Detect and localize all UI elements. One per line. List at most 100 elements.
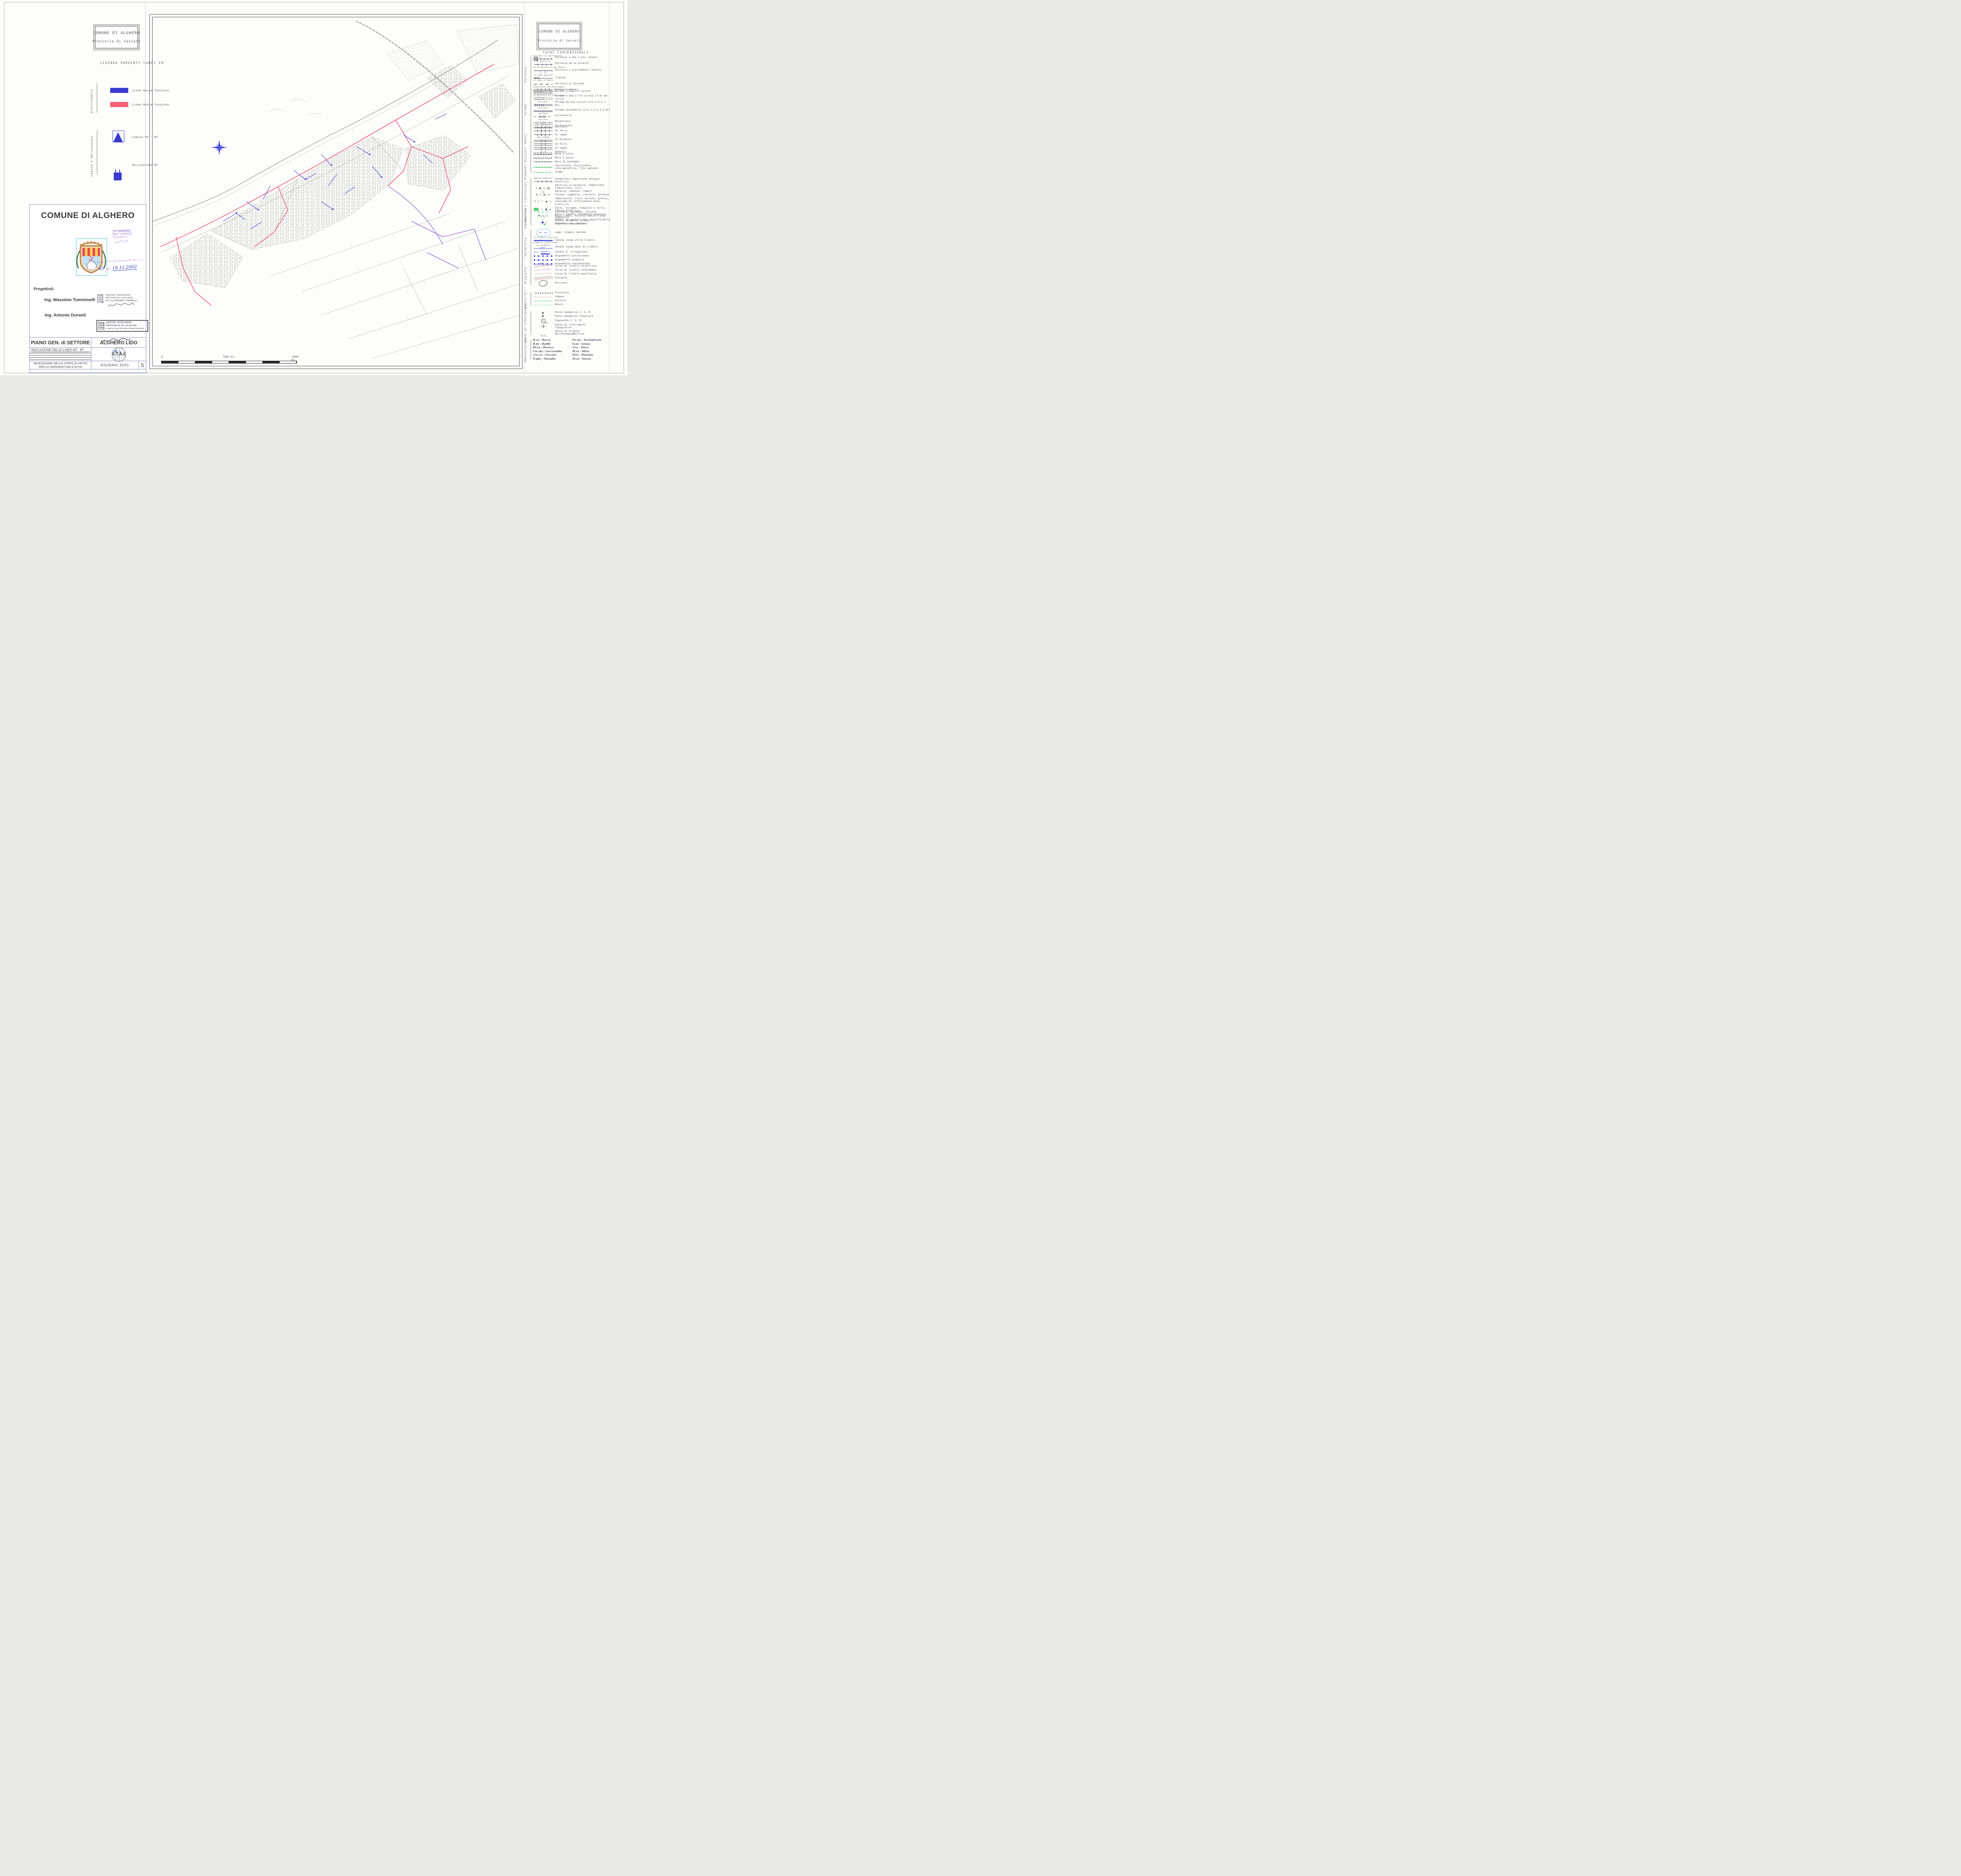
legend-section-vegetazione: Vegetazioneψ ♀ ♁Frutteto, agrumeto, oliv… — [526, 210, 610, 226]
rail1-symbol-icon — [534, 63, 553, 66]
abbreviation-entry: Cuc.ru - Cuccuru — [533, 354, 571, 356]
legend-symbol — [533, 251, 553, 254]
legend-symbol — [533, 165, 553, 169]
legend-section-elementi-divisori: Elementi divisoriMuro a calceMuro a secc… — [526, 152, 610, 174]
legend-rows: ψ ♀ ♁Frutteto, agrumeto, oliveto♀ |Bosco… — [533, 210, 610, 226]
abbreviation-entry: B.de - Badde — [533, 343, 571, 345]
curva-dir-symbol-icon: 50 — [534, 265, 553, 268]
abbreviation-entry: N.ghe - Nuraghe — [533, 358, 571, 360]
state-of-fact: INDICAZIONE DELLO STATO DI FATTO PER LE … — [30, 361, 91, 369]
legend-row: RIFPunto di riferimento Topografico — [533, 323, 610, 329]
section-bracket — [531, 339, 532, 360]
em-bracket — [97, 82, 98, 114]
legend-section-abbreviazioni: Abbreviazioni B.cu - BaccuFu.xiu - Furri… — [526, 339, 610, 360]
section-bracket — [531, 291, 532, 306]
road1-symbol-icon — [534, 104, 553, 107]
progettisti-label: Progettisti: — [34, 287, 55, 291]
legend-row: ♁ † ⊠ ×Chiesa, cappella, cimitero, minie… — [533, 193, 610, 197]
legend-label: Provincia — [555, 291, 569, 294]
legend-row: per stradeIn muratura — [533, 137, 610, 143]
fence-symbol-icon — [534, 165, 553, 169]
symbol-sublabel: in sede stradale — [533, 80, 553, 82]
derivazione-bt-icon — [114, 173, 122, 180]
legend-symbol: ψ ♀ ♁ — [533, 211, 553, 214]
conduttura-symbol-icon — [534, 180, 553, 183]
legend-row: Curva di livello intermedia — [533, 268, 610, 272]
legend-symbol — [533, 254, 553, 258]
legend-symbol: in galleria — [533, 61, 553, 66]
plan-type: PIANO GEN. di SETTORE — [30, 338, 91, 347]
city-map — [153, 17, 519, 366]
legend-rows: stazioni in costruzioneFerrovia a due o … — [533, 55, 610, 94]
legend-label: Bosco ceduo, macchia mediterranea — [555, 215, 606, 218]
legend-row: Acquedotto sotterraneo — [533, 254, 610, 258]
legend-row: Coltura — [533, 299, 610, 303]
lim-col-symbol-icon — [534, 299, 553, 302]
legend-symbol — [533, 160, 553, 164]
legend-symbol — [533, 258, 553, 262]
legend-symbol: doppia semplice — [533, 178, 553, 183]
glyph-symbol-icon: • — [534, 218, 553, 222]
legend-label: Caposaldo I. G. M. — [555, 319, 582, 322]
glyph-symbol-icon: ♁ † ⊠ × — [534, 193, 553, 197]
delibera-number: 45 — [98, 266, 104, 271]
legend-label: Strada a due o tre corsie (7 mt ed oltre… — [555, 95, 610, 100]
em-group-elettrodotti: Elettrodotti — [90, 83, 93, 113]
left-header-box: COMUNE DI ALGHERO Provincia di Sassari — [93, 24, 140, 50]
legend-row: con muriStrada secondaria (tra 2,5 e 3,5… — [533, 107, 610, 113]
legend-symbol — [533, 153, 553, 156]
legend-label: Frutteto, agrumeto, oliveto — [555, 211, 597, 214]
dirigente-stamp: IL DIRIGENTE Dott. Architett. ELISABETTA — [113, 229, 140, 247]
legend-rows: per ferrovieIn muraturaIn ferroIn legnop… — [533, 123, 610, 154]
legend-symbol: in galleria in costruzione — [533, 95, 553, 100]
tumminelli-signature — [106, 302, 136, 308]
legend-row: Provincia — [533, 291, 610, 295]
canal-lt3-symbol-icon — [534, 247, 553, 250]
abbreviations-grid: B.cu - BaccuFu.xiu - FurriadroxiuB.de - … — [533, 339, 610, 360]
legend-row: 50Curva di livello direttrice — [533, 264, 610, 268]
legend-label: Carrareccia — [555, 114, 572, 117]
legend-symbol — [533, 299, 553, 302]
legend-label: Strada secondaria (tra 2,5 e 3,5 mt) — [555, 109, 610, 112]
legend-row: Muro a secco — [533, 156, 610, 160]
abbreviation-entry: Fu.xiu - Furriadroxiu — [573, 339, 611, 342]
section-bracket — [531, 211, 532, 225]
legend-rows: 50Curva di livello direttriceCurva di li… — [533, 264, 610, 286]
date: GIUGNO 2001 — [91, 361, 138, 369]
map-area: 0 500 mt. 1000 mt. — [152, 17, 520, 366]
road4-symbol-icon — [534, 91, 553, 94]
legend-symbol — [533, 295, 553, 298]
legend-symbol: su viadotto galleriascoperto sotterraneo — [533, 237, 553, 244]
legend-row: •Albero di essenza non identificabile — [533, 218, 610, 222]
legend-section-title: Abbreviazioni — [524, 337, 527, 362]
legend-symbol: 50 — [533, 265, 553, 268]
legend-row: con muriCarrareccia — [533, 113, 610, 119]
legend-symbol: su viadotto — [533, 245, 553, 250]
section-bracket — [531, 124, 532, 154]
legend-row: Rocciaio — [533, 280, 610, 286]
legend-section-title: Ponti — [524, 134, 527, 144]
legend-label: Chiesa, cappella, cimitero, miniera — [555, 193, 609, 196]
legend-row: con muri in costruzioneStrada a quattro … — [533, 89, 610, 95]
legend-row: in galleria in costruzioneStrada a due o… — [533, 95, 610, 101]
legend-label: Strada a quattro corsie — [555, 90, 590, 93]
legend-label: In muratura — [555, 124, 572, 127]
em-group-cabine: Cabine e Derivazioni — [90, 129, 93, 176]
legend-symbol — [533, 229, 553, 236]
legend-row: Bosco — [533, 303, 610, 307]
legend-row: su viadotto galleriascoperto sotterraneo… — [533, 236, 610, 244]
legend-label: Punto Geodetico I. G. M. — [555, 311, 592, 314]
legend-label: Quota di origine Aerofotogrammetrica — [555, 330, 584, 336]
bridge-road-f-symbol-icon — [534, 143, 553, 146]
legend-label: Ferrovia a scartamento ridotto — [555, 69, 601, 72]
sheet-number: 5 — [139, 361, 146, 369]
legend-row: ♀ |Bosco ceduo, macchia mediterranea — [533, 214, 610, 218]
legend-label: Punto Geodetico Catastale — [555, 315, 593, 318]
legend-label: Tranvie — [555, 76, 566, 80]
bt-line-swatch — [110, 88, 128, 93]
mt-line-swatch — [110, 102, 128, 107]
legend-symbol — [533, 276, 553, 280]
legend-symbol: con muri — [533, 107, 553, 113]
legend-label: Acquedotto scoperto — [555, 258, 584, 262]
legend-rows: Lago, stagno, paludesu viadotto galleria… — [533, 228, 610, 266]
